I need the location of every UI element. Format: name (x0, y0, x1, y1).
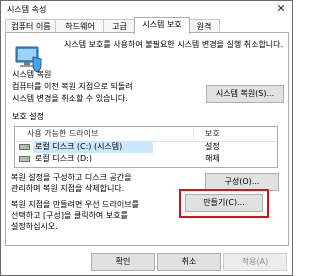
system-restore-button[interactable]: 시스템 복원(S)... (206, 85, 284, 103)
title-bar: 시스템 속성 ✕ (1, 1, 292, 17)
tab-system-protection[interactable]: 시스템 보호 (134, 17, 190, 34)
drive-status: 해제 (205, 154, 220, 163)
window-title: 시스템 속성 (7, 5, 47, 14)
column-header-drive[interactable]: 사용 가능한 드라이브 (27, 128, 98, 139)
tab-hardware[interactable]: 하드웨어 (55, 19, 105, 33)
intro-text: 시스템 보호를 사용하여 불필요한 시스템 변경을 실행 취소합니다. (64, 40, 284, 49)
tab-computer-name[interactable]: 컴퓨터 이름 (5, 19, 57, 33)
tab-strip: 컴퓨터 이름 하드웨어 고급 시스템 보호 원격 (5, 17, 289, 34)
drive-status: 설정 (205, 142, 220, 151)
restore-text-line2: 시스템 변경을 취소할 수 있습니다. (12, 94, 128, 103)
tab-advanced[interactable]: 고급 (103, 19, 136, 33)
hard-drive-icon (19, 144, 30, 150)
cancel-button[interactable]: 취소 (157, 253, 221, 271)
configure-text-line2: 관리하며 복원 지점을 삭제합니다. (11, 184, 125, 193)
tab-remote[interactable]: 원격 (188, 19, 220, 33)
drive-row[interactable]: 로컬 디스크 (C:) (시스템) 설정 (15, 141, 277, 153)
drive-name: 로컬 디스크 (C:) (시스템) (35, 142, 123, 151)
system-properties-dialog: 시스템 속성 ✕ 컴퓨터 이름 하드웨어 고급 시스템 보호 원격 시스템 보호… (0, 0, 293, 276)
drive-name: 로컬 디스크 (D:) (35, 154, 92, 163)
hard-drive-icon (19, 156, 30, 162)
ok-button[interactable]: 확인 (91, 253, 155, 271)
create-button[interactable]: 만들기(C)... (185, 194, 263, 212)
drive-list[interactable]: 사용 가능한 드라이브 보호 로컬 디스크 (C:) (시스템) 설정 로컬 디… (14, 126, 278, 168)
column-divider (193, 128, 194, 140)
restore-text-line1: 컴퓨터를 이전 복원 지점으로 되돌려 (12, 82, 133, 91)
drive-row[interactable]: 로컬 디스크 (D:) 해제 (15, 153, 277, 165)
column-header-protection[interactable]: 보호 (205, 128, 220, 139)
protection-heading: 보호 설정 (12, 112, 44, 121)
apply-button[interactable]: 적용(A) (223, 253, 287, 271)
close-icon[interactable]: ✕ (274, 2, 288, 15)
create-text-line3: 설정하십시오. (11, 222, 58, 231)
restore-heading: 시스템 복원 (12, 70, 52, 79)
list-header: 사용 가능한 드라이브 보호 (15, 127, 277, 142)
